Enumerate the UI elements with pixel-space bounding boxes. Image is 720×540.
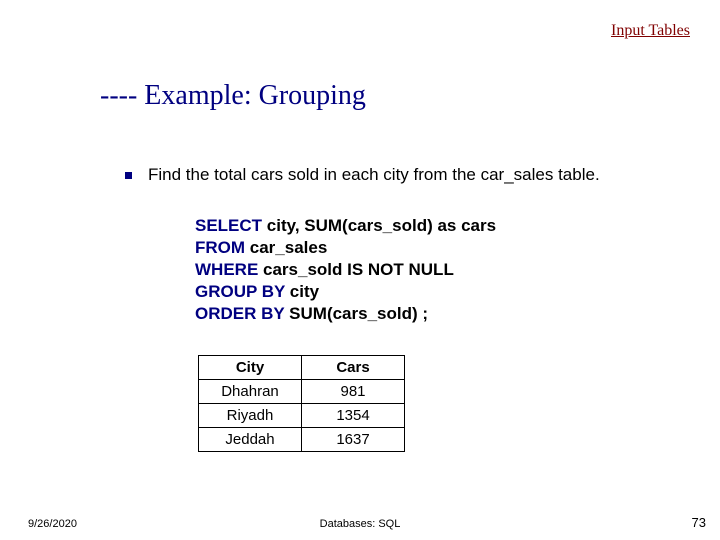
sql-keyword: GROUP BY	[195, 282, 285, 301]
footer-title: Databases: SQL	[0, 518, 720, 530]
sql-text: cars_sold IS NOT NULL	[258, 260, 454, 279]
sql-text: city	[285, 282, 319, 301]
sql-text: SUM(cars_sold) ;	[284, 304, 428, 323]
sql-keyword: WHERE	[195, 260, 258, 279]
col-cars-header: Cars	[302, 356, 405, 380]
table-row: Jeddah 1637	[199, 428, 405, 452]
table-row: Dhahran 981	[199, 380, 405, 404]
sql-keyword: SELECT	[195, 216, 262, 235]
cell-city: Dhahran	[199, 380, 302, 404]
table-header-row: City Cars	[199, 356, 405, 380]
cell-city: Jeddah	[199, 428, 302, 452]
sql-code-block: SELECT city, SUM(cars_sold) as cars FROM…	[195, 215, 496, 325]
cell-city: Riyadh	[199, 404, 302, 428]
table-row: Riyadh 1354	[199, 404, 405, 428]
cell-cars: 1354	[302, 404, 405, 428]
sql-keyword: ORDER BY	[195, 304, 284, 323]
input-tables-link[interactable]: Input Tables	[611, 22, 690, 40]
col-city-header: City	[199, 356, 302, 380]
bullet-icon	[125, 172, 132, 179]
bullet-item: Find the total cars sold in each city fr…	[125, 165, 600, 185]
footer-page-number: 73	[692, 515, 706, 530]
cell-cars: 981	[302, 380, 405, 404]
slide-title: ---- Example: Grouping	[100, 80, 366, 112]
sql-text: car_sales	[245, 238, 327, 257]
sql-keyword: FROM	[195, 238, 245, 257]
sql-text: city, SUM(cars_sold) as cars	[262, 216, 496, 235]
result-table: City Cars Dhahran 981 Riyadh 1354 Jeddah…	[198, 355, 405, 452]
bullet-text: Find the total cars sold in each city fr…	[148, 165, 600, 185]
cell-cars: 1637	[302, 428, 405, 452]
